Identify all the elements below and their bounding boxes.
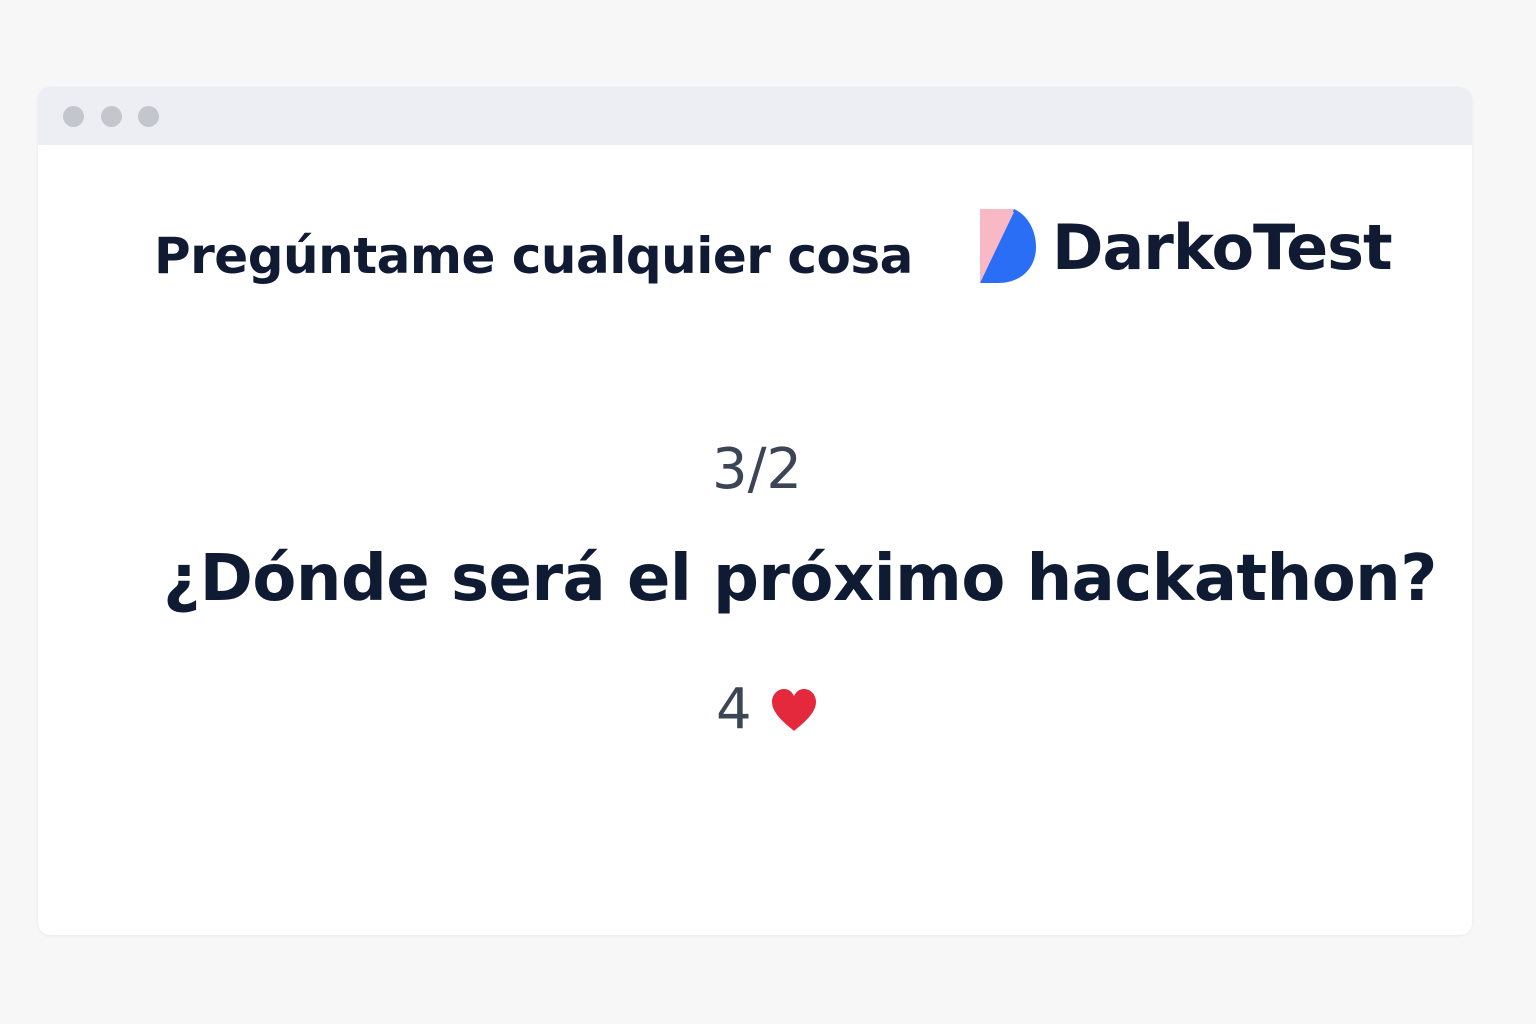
brand: DarkoTest <box>980 209 1393 285</box>
window-close-dot[interactable] <box>63 106 84 127</box>
session-title: Pregúntame cualquier cosa <box>154 227 913 285</box>
like-button[interactable]: 4 <box>716 677 818 742</box>
browser-window: Pregúntame cualquier cosa DarkoTest 3/2 … <box>38 87 1472 935</box>
like-count: 4 <box>716 677 752 742</box>
window-titlebar <box>38 87 1472 145</box>
darkotest-logo-icon <box>980 209 1036 283</box>
window-maximize-dot[interactable] <box>138 106 159 127</box>
question-counter: 3/2 <box>711 437 803 502</box>
brand-name: DarkoTest <box>1052 210 1393 284</box>
question-text: ¿Dónde será el próximo hackathon? <box>163 542 1437 616</box>
window-minimize-dot[interactable] <box>101 106 122 127</box>
heart-icon <box>771 688 816 731</box>
